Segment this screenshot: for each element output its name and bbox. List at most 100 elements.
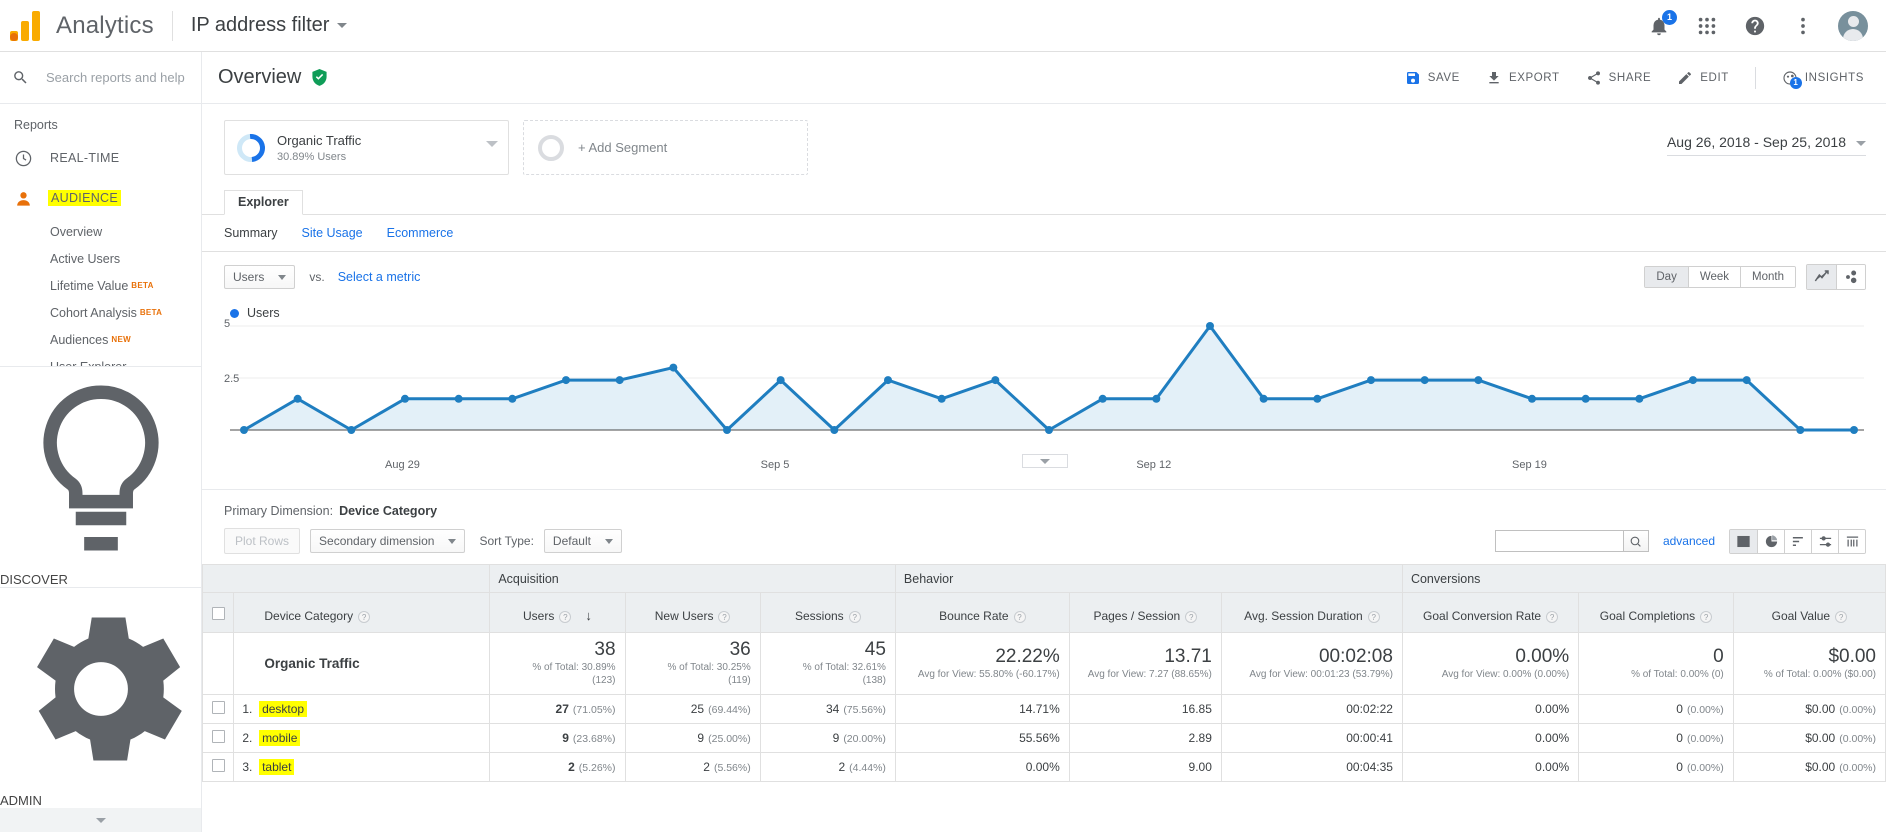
more-vert-icon[interactable] bbox=[1790, 13, 1816, 39]
sidebar-item-audiences[interactable]: AudiencesNEW bbox=[0, 326, 201, 353]
help-icon[interactable]: ? bbox=[1368, 611, 1380, 623]
help-icon[interactable]: ? bbox=[1014, 611, 1026, 623]
help-icon[interactable]: ? bbox=[849, 611, 861, 623]
advanced-link[interactable]: advanced bbox=[1663, 534, 1715, 548]
total-value: 13.71 bbox=[1071, 646, 1212, 668]
granularity-week[interactable]: Week bbox=[1688, 267, 1740, 287]
search-reports-row[interactable]: Search reports and help bbox=[0, 52, 201, 104]
pie-view-icon[interactable] bbox=[1757, 530, 1784, 553]
column-goal-value[interactable]: Goal Value? bbox=[1733, 593, 1885, 633]
export-button[interactable]: EXPORT bbox=[1486, 70, 1560, 86]
insights-badge: 1 bbox=[1790, 77, 1802, 89]
granularity-month[interactable]: Month bbox=[1740, 267, 1795, 287]
cell-bounce-rate: 14.71% bbox=[895, 695, 1069, 724]
column-users[interactable]: Users? ↓ bbox=[490, 593, 625, 633]
apps-grid-icon[interactable] bbox=[1694, 13, 1720, 39]
sidebar-item-lifetime-value[interactable]: Lifetime ValueBETA bbox=[0, 272, 201, 299]
share-button[interactable]: SHARE bbox=[1586, 70, 1652, 86]
primary-metric-select[interactable]: Users bbox=[224, 265, 295, 289]
sidebar-item-audience[interactable]: AUDIENCE bbox=[0, 178, 201, 218]
column-new-users[interactable]: New Users? bbox=[625, 593, 760, 633]
sort-desc-icon: ↓ bbox=[585, 608, 592, 623]
account-selector[interactable]: IP address filter bbox=[191, 14, 348, 37]
table-row[interactable]: 1. desktop27(71.05%)25(69.44%)34(75.56%)… bbox=[203, 695, 1886, 724]
sidebar-item-active-users[interactable]: Active Users bbox=[0, 245, 201, 272]
users-over-time-chart[interactable]: 5 2.5 bbox=[224, 322, 1866, 457]
cell-sessions: 34(75.56%) bbox=[760, 695, 895, 724]
sidebar-item-overview[interactable]: Overview bbox=[0, 218, 201, 245]
segment-card-organic-traffic[interactable]: Organic Traffic 30.89% Users bbox=[224, 120, 509, 175]
sort-type-label: Sort Type: bbox=[479, 534, 533, 548]
tab-ecommerce[interactable]: Ecommerce bbox=[387, 226, 454, 240]
edit-button[interactable]: EDIT bbox=[1677, 70, 1729, 86]
help-icon[interactable]: ? bbox=[1835, 611, 1847, 623]
page-header: Overview SAVE EXPORT SHARE bbox=[202, 52, 1886, 104]
tab-summary[interactable]: Summary bbox=[224, 226, 277, 240]
bell-icon[interactable]: 1 bbox=[1646, 13, 1672, 39]
cell-avg-session-duration: 00:00:41 bbox=[1221, 724, 1402, 753]
column-label: Users bbox=[523, 609, 554, 623]
granularity-day[interactable]: Day bbox=[1645, 267, 1687, 287]
row-dimension-cell: 1. desktop bbox=[234, 695, 490, 724]
tab-site-usage[interactable]: Site Usage bbox=[301, 226, 362, 240]
save-icon bbox=[1405, 70, 1421, 86]
help-icon[interactable]: ? bbox=[718, 611, 730, 623]
search-input[interactable] bbox=[1495, 530, 1623, 552]
pivot-view-icon[interactable] bbox=[1838, 530, 1865, 553]
search-button[interactable] bbox=[1623, 530, 1649, 552]
add-segment-button[interactable]: + Add Segment bbox=[523, 120, 808, 175]
save-button[interactable]: SAVE bbox=[1405, 70, 1460, 86]
primary-dimension-value[interactable]: Device Category bbox=[339, 504, 437, 518]
date-range-selector[interactable]: Aug 26, 2018 - Sep 25, 2018 bbox=[1667, 134, 1866, 156]
column-sessions[interactable]: Sessions? bbox=[760, 593, 895, 633]
plot-rows-button[interactable]: Plot Rows bbox=[224, 528, 300, 554]
total-sub: % of Total: 0.00% ($0.00) bbox=[1735, 668, 1876, 682]
row-checkbox[interactable] bbox=[212, 701, 225, 714]
table-row[interactable]: 2. mobile9(23.68%)9(25.00%)9(20.00%)55.5… bbox=[203, 724, 1886, 753]
column-device-category[interactable]: Device Category? bbox=[234, 593, 490, 633]
select-all-checkbox[interactable] bbox=[212, 607, 225, 620]
row-dimension-value[interactable]: tablet bbox=[259, 759, 294, 775]
column-goal-completions[interactable]: Goal Completions? bbox=[1579, 593, 1734, 633]
column-label: Bounce Rate bbox=[939, 609, 1008, 623]
sort-type-select[interactable]: Default bbox=[544, 529, 622, 553]
sidebar-collapse-handle[interactable] bbox=[0, 808, 202, 832]
row-dimension-value[interactable]: desktop bbox=[259, 701, 307, 717]
metric-control-row: Users vs. Select a metric Day Week Month bbox=[202, 252, 1886, 290]
select-metric-link[interactable]: Select a metric bbox=[338, 270, 421, 284]
help-icon[interactable]: ? bbox=[1700, 611, 1712, 623]
secondary-dimension-select[interactable]: Secondary dimension bbox=[310, 529, 465, 553]
top-bar-actions: 1 bbox=[1646, 11, 1886, 41]
help-icon[interactable] bbox=[1742, 13, 1768, 39]
insights-button[interactable]: 1 INSIGHTS bbox=[1782, 70, 1864, 86]
sidebar-item-admin[interactable]: ADMIN bbox=[0, 587, 202, 808]
table-view-icon[interactable] bbox=[1730, 530, 1757, 553]
column-label: Goal Value bbox=[1772, 609, 1830, 623]
comparison-view-icon[interactable] bbox=[1811, 530, 1838, 553]
cell-avg-session-duration: 00:02:22 bbox=[1221, 695, 1402, 724]
column-avg-session-duration[interactable]: Avg. Session Duration? bbox=[1221, 593, 1402, 633]
column-goal-conversion-rate[interactable]: Goal Conversion Rate? bbox=[1402, 593, 1578, 633]
performance-view-icon[interactable] bbox=[1784, 530, 1811, 553]
table-row[interactable]: 3. tablet2(5.26%)2(5.56%)2(4.44%)0.00%9.… bbox=[203, 753, 1886, 782]
row-checkbox[interactable] bbox=[212, 730, 225, 743]
column-pages-per-session[interactable]: Pages / Session? bbox=[1069, 593, 1221, 633]
search-input[interactable]: Search reports and help bbox=[46, 70, 185, 85]
column-bounce-rate[interactable]: Bounce Rate? bbox=[895, 593, 1069, 633]
tab-explorer[interactable]: Explorer bbox=[224, 190, 303, 215]
row-checkbox[interactable] bbox=[212, 759, 225, 772]
sidebar-item-cohort-analysis[interactable]: Cohort AnalysisBETA bbox=[0, 299, 201, 326]
chevron-down-icon[interactable] bbox=[486, 141, 498, 147]
sidebar-item-discover[interactable]: DISCOVER bbox=[0, 366, 202, 587]
help-icon[interactable]: ? bbox=[1546, 611, 1558, 623]
sidebar-item-real-time[interactable]: REAL-TIME bbox=[0, 138, 201, 178]
motion-chart-icon[interactable] bbox=[1836, 265, 1865, 289]
cell-goal-completions: 0(0.00%) bbox=[1579, 753, 1734, 782]
cell-goal-completions: 0(0.00%) bbox=[1579, 695, 1734, 724]
row-dimension-value[interactable]: mobile bbox=[259, 730, 300, 746]
line-chart-icon[interactable] bbox=[1807, 265, 1836, 289]
help-icon[interactable]: ? bbox=[1185, 611, 1197, 623]
avatar[interactable] bbox=[1838, 11, 1868, 41]
help-icon[interactable]: ? bbox=[559, 611, 571, 623]
help-icon[interactable]: ? bbox=[358, 611, 370, 623]
